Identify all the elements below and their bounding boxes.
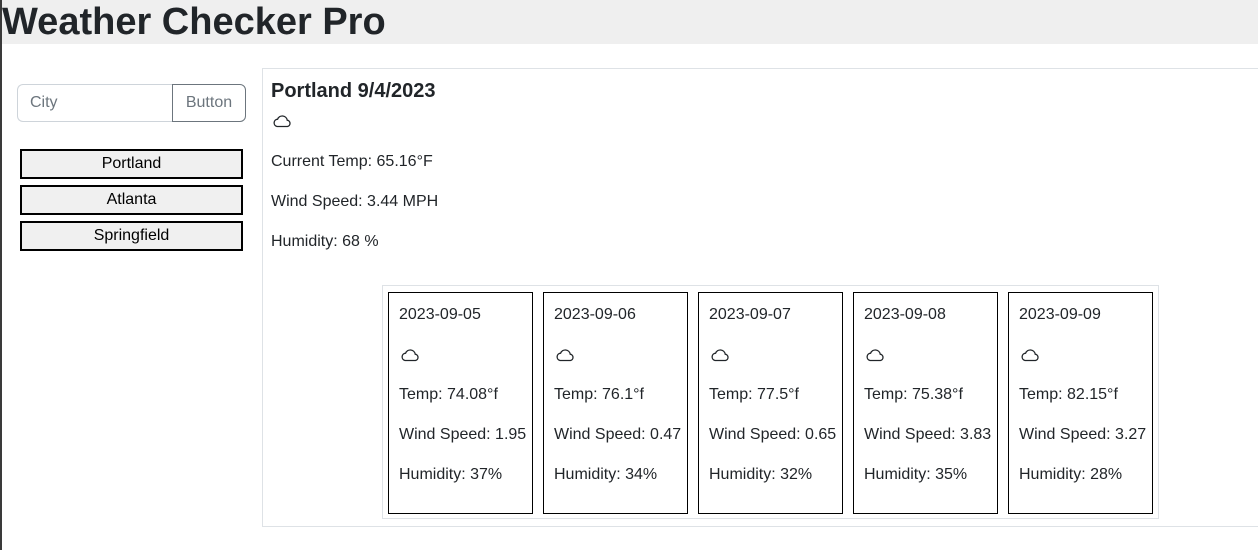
forecast-card: 2023-09-09 Temp: 82.15°f Wind Speed: 3.2… — [1008, 292, 1153, 514]
forecast-temp: Temp: 77.5°f — [709, 386, 799, 403]
app-header: Weather Checker Pro — [0, 0, 1258, 44]
current-city-date: Portland 9/4/2023 — [271, 80, 436, 102]
forecast-humidity: Humidity: 28% — [1019, 466, 1123, 483]
forecast-temp: Temp: 74.08°f — [399, 386, 498, 403]
forecast-card: 2023-09-08 Temp: 75.38°f Wind Speed: 3.8… — [853, 292, 998, 514]
search-button[interactable]: Button — [172, 84, 246, 122]
forecast-wind: Wind Speed: 3.83 — [864, 426, 992, 443]
page: Weather Checker Pro Button Portland Atla… — [0, 0, 1258, 550]
history-item-springfield[interactable]: Springfield — [20, 221, 243, 251]
forecast-humidity: Humidity: 32% — [709, 466, 813, 483]
forecast-wind: Wind Speed: 3.27 — [1019, 426, 1147, 443]
cloud-icon — [710, 348, 730, 362]
history-item-atlanta[interactable]: Atlanta — [20, 185, 243, 215]
forecast-date: 2023-09-07 — [709, 306, 791, 323]
forecast-date: 2023-09-05 — [399, 306, 481, 323]
forecast-wind: Wind Speed: 0.65 — [709, 426, 837, 443]
forecast-wind: Wind Speed: 0.47 — [554, 426, 682, 443]
forecast-date: 2023-09-09 — [1019, 306, 1101, 323]
forecast-temp: Temp: 76.1°f — [554, 386, 644, 403]
cloud-icon — [865, 348, 885, 362]
forecast-humidity: Humidity: 35% — [864, 466, 968, 483]
current-humidity: Humidity: 68 % — [271, 233, 379, 250]
forecast-date: 2023-09-08 — [864, 306, 946, 323]
forecast-date: 2023-09-06 — [554, 306, 636, 323]
forecast-humidity: Humidity: 37% — [399, 466, 503, 483]
forecast-temp: Temp: 82.15°f — [1019, 386, 1118, 403]
cloud-icon — [272, 114, 292, 128]
forecast-wind: Wind Speed: 1.95 — [399, 426, 527, 443]
cloud-icon — [400, 348, 420, 362]
cloud-icon — [1020, 348, 1040, 362]
forecast-card: 2023-09-06 Temp: 76.1°f Wind Speed: 0.47… — [543, 292, 688, 514]
window-edge — [0, 0, 2, 550]
history-item-portland[interactable]: Portland — [20, 149, 243, 179]
forecast-row: 2023-09-05 Temp: 74.08°f Wind Speed: 1.9… — [382, 285, 1159, 519]
forecast-humidity: Humidity: 34% — [554, 466, 658, 483]
cloud-icon — [555, 348, 575, 362]
forecast-card: 2023-09-05 Temp: 74.08°f Wind Speed: 1.9… — [388, 292, 533, 514]
city-input[interactable] — [17, 84, 173, 122]
search-history: Portland Atlanta Springfield — [20, 149, 243, 257]
search-group: Button — [17, 84, 246, 122]
forecast-card: 2023-09-07 Temp: 77.5°f Wind Speed: 0.65… — [698, 292, 843, 514]
app-title: Weather Checker Pro — [2, 1, 386, 43]
current-temp: Current Temp: 65.16°F — [271, 153, 433, 170]
current-wind: Wind Speed: 3.44 MPH — [271, 193, 439, 210]
forecast-temp: Temp: 75.38°f — [864, 386, 963, 403]
